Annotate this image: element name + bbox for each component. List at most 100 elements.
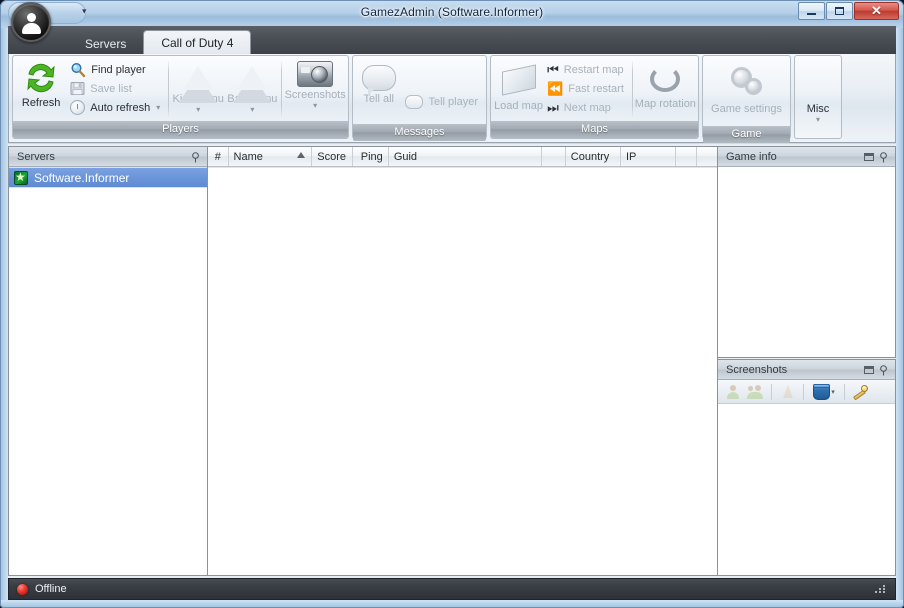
chevron-down-icon[interactable]: ▾ — [250, 106, 254, 114]
save-list-label: Save list — [90, 82, 132, 95]
game-settings-button[interactable]: Game settings — [705, 64, 788, 126]
tell-player-label: Tell player — [428, 96, 478, 108]
maximize-icon — [835, 7, 844, 15]
group-separator — [631, 60, 633, 118]
pin-icon[interactable]: ⚲ — [876, 362, 891, 377]
map-rotation-label: Map rotation — [634, 98, 696, 110]
maps-small-buttons: ⏮ Restart map ⏪ Fast restart ⏭ Next map — [544, 58, 630, 117]
triangle-icon — [179, 61, 218, 103]
window-glass-bottom — [0, 600, 904, 608]
restart-map-button[interactable]: ⏮ Restart map — [544, 60, 630, 79]
group-separator — [168, 60, 170, 118]
settings-button[interactable] — [850, 382, 871, 402]
server-name: Software.Informer — [34, 170, 130, 185]
camera-icon — [297, 61, 334, 87]
chevron-down-icon[interactable]: ▾ — [156, 103, 160, 112]
qat-dropdown-icon[interactable]: ▾ — [82, 6, 87, 17]
column-header-blank-2[interactable] — [676, 147, 697, 166]
single-player-button[interactable] — [722, 382, 743, 402]
application-menu-button[interactable] — [11, 2, 51, 42]
fast-restart-button[interactable]: ⏪ Fast restart — [544, 79, 630, 98]
pin-icon[interactable]: ⚲ — [188, 149, 203, 164]
auto-refresh-label: Auto refresh — [90, 101, 151, 114]
ribbon-group-title-maps: Maps — [491, 121, 698, 138]
tab-call-of-duty-4[interactable]: Call of Duty 4 — [143, 30, 252, 54]
refresh-button[interactable]: Refresh — [15, 58, 67, 120]
misc-label: Misc — [806, 102, 830, 115]
pin-icon[interactable]: ⚲ — [876, 149, 891, 164]
chevron-down-icon[interactable]: ▾ — [816, 115, 820, 123]
all-players-icon — [747, 384, 764, 399]
minimize-button[interactable] — [798, 2, 825, 20]
column-header-guid[interactable]: Guid — [389, 147, 542, 166]
auto-refresh-button[interactable]: Auto refresh ▾ — [67, 98, 166, 117]
restore-icon[interactable] — [861, 362, 876, 377]
status-text: Offline — [35, 583, 67, 595]
all-players-button[interactable] — [745, 382, 766, 402]
screenshots-panel: Screenshots ⚲ ▾ — [717, 359, 896, 576]
person-icon — [21, 12, 41, 34]
kick-menu-button[interactable]: Kick menu ▾ — [171, 58, 225, 120]
title-bar[interactable]: GamezAdmin (Software.Informer) ✕ — [0, 0, 904, 26]
ribbon-group-title-messages: Messages — [353, 124, 486, 141]
magnifier-icon — [70, 62, 86, 78]
next-map-button[interactable]: ⏭ Next map — [544, 98, 630, 117]
window-glass-right — [896, 28, 904, 608]
resize-grip[interactable] — [875, 583, 887, 595]
column-header-score[interactable]: Score — [312, 147, 353, 166]
players-grid-panel: # Name Score Ping Guid Country IP — [207, 146, 718, 576]
column-header-blank-3[interactable] — [697, 147, 717, 166]
server-icon — [14, 170, 28, 185]
misc-button[interactable]: Misc ▾ — [797, 98, 839, 124]
ribbon-group-messages: Tell all Tell player Messages — [352, 55, 487, 141]
chevron-down-icon[interactable]: ▾ — [196, 106, 200, 114]
skip-back-icon: ⏮ — [547, 62, 559, 77]
cone-icon — [782, 385, 793, 398]
ribbon-group-game: Game settings Game — [702, 55, 791, 143]
restore-icon[interactable] — [861, 149, 876, 164]
column-header-index[interactable]: # — [208, 147, 229, 166]
close-button[interactable]: ✕ — [854, 2, 899, 20]
save-list-button[interactable]: Save list — [67, 79, 166, 98]
skip-forward-icon: ⏭ — [547, 100, 559, 115]
find-player-button[interactable]: Find player — [67, 60, 166, 79]
servers-list: Software.Informer — [9, 167, 207, 575]
restart-map-label: Restart map — [563, 63, 624, 76]
chevron-down-icon[interactable]: ▾ — [313, 102, 317, 110]
tab-servers[interactable]: Servers — [68, 33, 143, 54]
group-separator — [281, 60, 283, 118]
ban-menu-button[interactable]: Ban menu ▾ — [225, 58, 279, 120]
column-header-country[interactable]: Country — [566, 147, 621, 166]
map-icon — [501, 64, 536, 96]
clock-icon — [70, 100, 86, 115]
tell-player-button[interactable]: Tell player — [402, 93, 484, 112]
column-header-ping[interactable]: Ping — [353, 147, 389, 166]
status-indicator-icon — [17, 583, 28, 595]
players-small-buttons: Find player Save list Auto refresh ▾ — [67, 58, 166, 117]
column-header-ip[interactable]: IP — [621, 147, 677, 166]
players-grid-header: # Name Score Ping Guid Country IP — [208, 147, 717, 167]
single-player-icon — [726, 384, 739, 399]
window-title: GamezAdmin (Software.Informer) — [360, 5, 544, 19]
toolbar-separator — [803, 383, 804, 400]
chevron-down-icon[interactable]: ▾ — [831, 388, 835, 396]
load-map-button[interactable]: Load map — [493, 58, 544, 120]
list-item[interactable]: Software.Informer — [9, 167, 207, 188]
ribbon-group-title-players: Players — [13, 121, 348, 138]
column-header-name[interactable]: Name — [229, 147, 313, 166]
map-rotation-button[interactable]: Map rotation — [635, 58, 696, 120]
maximize-button[interactable] — [826, 2, 853, 20]
screenshots-button[interactable]: Screenshots ▾ — [284, 58, 346, 120]
column-header-blank-1[interactable] — [542, 147, 566, 166]
delete-button[interactable]: ▾ — [809, 382, 839, 402]
settings-wrench-icon — [852, 384, 869, 400]
rewind-icon: ⏪ — [547, 81, 564, 96]
players-grid-body[interactable] — [208, 167, 717, 556]
game-info-caption: Game info ⚲ — [718, 147, 895, 167]
tell-all-button[interactable]: Tell all — [355, 62, 402, 124]
ribbon-group-misc: Misc ▾ — [794, 55, 842, 139]
next-map-label: Next map — [563, 101, 611, 114]
game-info-content — [718, 167, 895, 357]
client-area: Servers ⚲ Software.Informer # Name Score… — [8, 144, 896, 578]
cone-button[interactable] — [777, 382, 798, 402]
